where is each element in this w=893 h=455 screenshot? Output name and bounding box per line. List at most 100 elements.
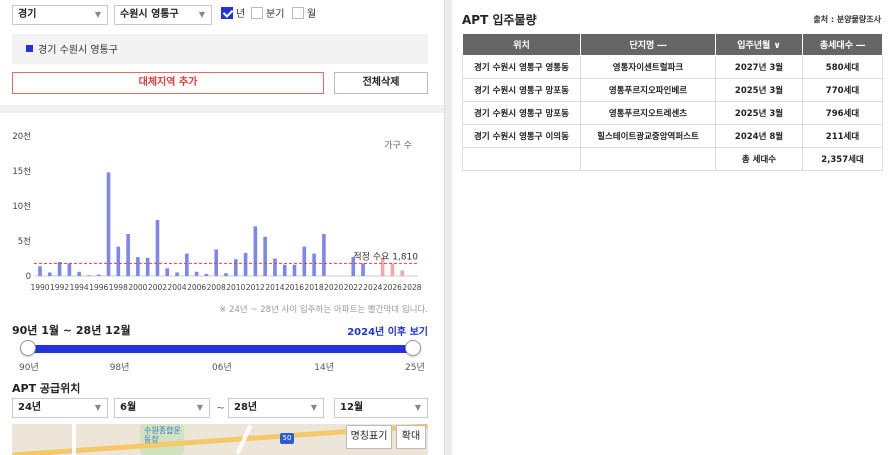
city-select[interactable]: 수원시 영통구 ▼ bbox=[114, 5, 212, 25]
chart-bar[interactable] bbox=[233, 259, 238, 276]
cell-households: 580세대 bbox=[802, 55, 883, 79]
chart-bar[interactable] bbox=[224, 273, 228, 276]
cell-location: 경기 수원시 영통구 망포동 bbox=[462, 78, 581, 102]
chart-bar[interactable] bbox=[282, 264, 287, 276]
add-region-button[interactable]: 대체지역 추가 bbox=[12, 72, 324, 94]
x-tick-label: 2020 bbox=[324, 283, 343, 292]
chart-bar[interactable] bbox=[175, 272, 179, 277]
x-tick-label: 1996 bbox=[89, 283, 108, 292]
cell-location: 경기 수원시 영통구 영통동 bbox=[462, 55, 581, 79]
chart-bar[interactable] bbox=[302, 246, 307, 276]
x-tick-label: 1992 bbox=[50, 283, 69, 292]
cell-move-in-date: 2025년 3월 bbox=[715, 101, 803, 125]
chart-bar[interactable] bbox=[106, 172, 111, 276]
pane-divider bbox=[444, 0, 452, 455]
checkbox-empty-icon bbox=[292, 7, 304, 19]
chart-bar[interactable] bbox=[96, 274, 101, 276]
chart-bar[interactable] bbox=[77, 271, 81, 276]
chart-bar[interactable] bbox=[322, 234, 326, 276]
chart-bar[interactable] bbox=[312, 253, 316, 276]
range-end-handle[interactable] bbox=[405, 340, 421, 356]
chart-bar[interactable] bbox=[273, 258, 277, 277]
start-year-value: 24년 bbox=[18, 402, 42, 413]
chart-legend-label: 가구 수 bbox=[384, 140, 412, 151]
year-checkbox-label: 년 bbox=[236, 9, 246, 20]
slider-tick-label: 14년 bbox=[314, 363, 335, 373]
column-header-complex[interactable]: 단지명 ― bbox=[580, 33, 716, 56]
month-checkbox[interactable]: 월 bbox=[292, 7, 316, 21]
map-name-toggle-button[interactable]: 명칭표기 bbox=[346, 425, 392, 449]
table-row[interactable]: 경기 수원시 영통구 망포동 영통푸르지오파인베르 2025년 3월 770세대 bbox=[462, 78, 883, 102]
chart-bar[interactable] bbox=[57, 262, 62, 276]
cell-move-in-date: 2024년 8월 bbox=[715, 124, 803, 148]
chart-bar[interactable] bbox=[185, 253, 189, 276]
chart-bar[interactable] bbox=[47, 272, 52, 277]
chevron-down-icon: ▼ bbox=[94, 403, 101, 412]
total-value: 2,357세대 bbox=[802, 147, 883, 171]
map-zoom-button[interactable]: 확대 bbox=[396, 425, 426, 449]
range-start-handle[interactable] bbox=[20, 340, 36, 356]
chart-bar[interactable] bbox=[204, 273, 209, 276]
y-tick-label: 0 bbox=[26, 272, 31, 282]
chart-bar[interactable] bbox=[165, 268, 170, 276]
chart-bar[interactable] bbox=[116, 246, 121, 276]
quarter-checkbox[interactable]: 분기 bbox=[251, 7, 284, 21]
column-header-move-in-date[interactable]: 입주년월 ∨ bbox=[715, 33, 803, 56]
chart-bar[interactable] bbox=[292, 264, 297, 276]
province-select[interactable]: 경기 ▼ bbox=[12, 5, 108, 25]
chart-bar[interactable] bbox=[126, 234, 130, 276]
cell-location: 경기 수원시 영통구 망포동 bbox=[462, 101, 581, 125]
checkbox-empty-icon bbox=[251, 7, 263, 19]
chevron-down-icon: ▼ bbox=[196, 403, 203, 412]
chart-bar[interactable] bbox=[214, 249, 219, 276]
table-row[interactable]: 경기 수원시 영통구 망포동 영통푸르지오트레센츠 2025년 3월 796세대 bbox=[462, 101, 883, 125]
table-row[interactable]: 경기 수원시 영통구 영통동 영통자이센트럴파크 2027년 3월 580세대 bbox=[462, 55, 883, 79]
supply-bar-chart: 0 5천 10천 15천 20천 1990 1992 1994 1996 1998 2000 2002… bbox=[12, 131, 428, 315]
x-tick-label: 2008 bbox=[207, 283, 226, 292]
end-year-select[interactable]: 28년 ▼ bbox=[228, 398, 324, 418]
cell-empty bbox=[580, 147, 716, 171]
column-header-location[interactable]: 위치 bbox=[462, 33, 581, 56]
column-header-households[interactable]: 총세대수 ― bbox=[802, 33, 883, 56]
x-tick-label: 2010 bbox=[226, 283, 245, 292]
start-year-select[interactable]: 24년 ▼ bbox=[12, 398, 108, 418]
chart-bar[interactable] bbox=[400, 270, 405, 276]
y-tick-label: 10천 bbox=[12, 201, 31, 212]
end-month-select[interactable]: 12월 ▼ bbox=[334, 398, 428, 418]
year-checkbox[interactable]: 년 bbox=[221, 7, 245, 21]
x-tick-label: 2000 bbox=[128, 283, 147, 292]
threshold-label: 적정 수요 1,810 bbox=[353, 250, 418, 262]
end-year-value: 28년 bbox=[234, 402, 258, 413]
range-tilde: ~ bbox=[216, 401, 226, 414]
cell-households: 770세대 bbox=[802, 78, 883, 102]
cell-empty bbox=[462, 147, 581, 171]
chart-bar[interactable] bbox=[263, 236, 267, 276]
delete-all-button[interactable]: 전체삭제 bbox=[334, 72, 428, 94]
checkbox-checked-icon bbox=[221, 7, 233, 19]
chart-bar[interactable] bbox=[67, 263, 72, 276]
chart-bar[interactable] bbox=[390, 263, 395, 276]
start-month-select[interactable]: 6월 ▼ bbox=[114, 398, 210, 418]
chart-bar[interactable] bbox=[253, 226, 258, 276]
cell-location: 경기 수원시 영통구 이의동 bbox=[462, 124, 581, 148]
chart-bar[interactable] bbox=[136, 257, 140, 276]
apt-source: 출처 : 분양물량조사 bbox=[813, 15, 881, 24]
end-month-value: 12월 bbox=[340, 402, 364, 413]
chart-note: ※ 24년 ~ 28년 사이 입주하는 아파트는 빨간막대 입니다. bbox=[219, 304, 428, 315]
cell-households: 796세대 bbox=[802, 101, 883, 125]
chart-bar[interactable] bbox=[145, 257, 150, 276]
view-after-2024-link[interactable]: 2024년 이후 보기 bbox=[347, 323, 428, 338]
chart-bar[interactable] bbox=[243, 252, 248, 276]
x-tick-label: 2002 bbox=[148, 283, 167, 292]
x-tick-label: 2006 bbox=[187, 283, 206, 292]
table-row[interactable]: 경기 수원시 영통구 이의동 힐스테이트광교중앙역퍼스트 2024년 8월 21… bbox=[462, 124, 883, 148]
chart-bar[interactable] bbox=[194, 271, 199, 276]
chart-bar[interactable] bbox=[38, 266, 42, 276]
chart-bar[interactable] bbox=[361, 263, 365, 276]
x-tick-label: 2028 bbox=[402, 283, 421, 292]
chart-bar[interactable] bbox=[87, 275, 91, 276]
selected-region-label: 경기 수원시 영통구 bbox=[38, 45, 118, 56]
year-range-slider[interactable] bbox=[28, 345, 414, 353]
chart-bar[interactable] bbox=[155, 220, 160, 276]
supply-panel: 경기 ▼ 수원시 영통구 ▼ 년 분기 월 경기 수원시 영통구 대체지역 추가… bbox=[0, 0, 444, 455]
